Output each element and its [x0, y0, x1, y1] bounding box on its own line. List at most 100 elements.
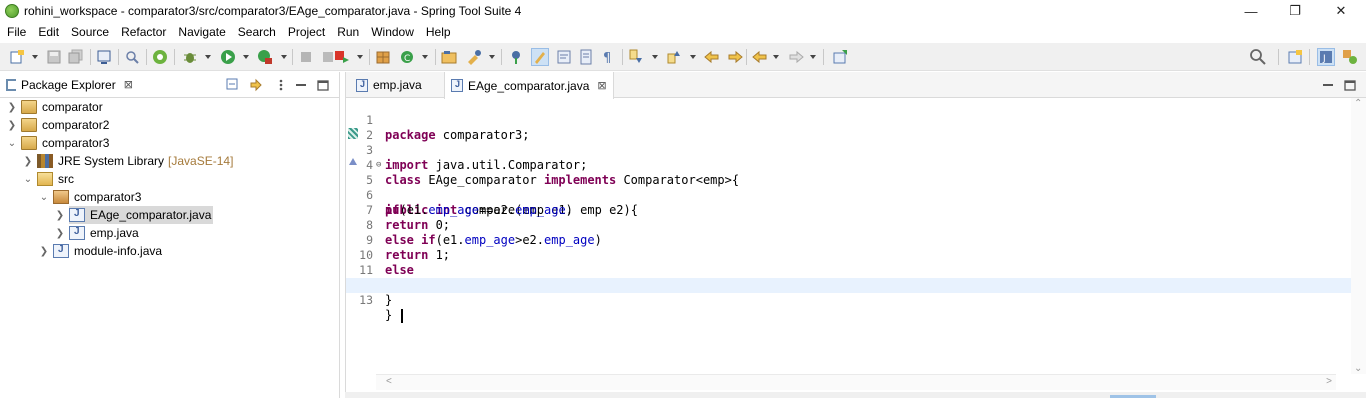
- word-wrap-icon[interactable]: [556, 49, 572, 65]
- close-window-button[interactable]: ✕: [1318, 0, 1364, 22]
- editor-tabbar: emp.java EAge_comparator.java ⊠: [346, 72, 1366, 99]
- tree-item-eage-comparator-java[interactable]: ❯ EAge_comparator.java: [54, 206, 214, 224]
- tree-item-module-info-java[interactable]: ❯ module-info.java: [38, 242, 162, 260]
- show-whitespace-icon[interactable]: ¶: [600, 49, 616, 65]
- spring-tool-suite-icon: [5, 4, 19, 18]
- tree-item-label: EAge_comparator.java: [90, 208, 212, 222]
- debug-icon[interactable]: [182, 49, 198, 65]
- code-editor[interactable]: 1 package comparator3; 2 3 import java.u…: [346, 98, 1352, 374]
- chevron-right-icon[interactable]: ❯: [22, 155, 34, 167]
- maximize-view-icon[interactable]: [316, 78, 330, 92]
- toggle-mark-occurrences-icon[interactable]: [531, 48, 549, 66]
- chevron-right-icon[interactable]: ❯: [54, 227, 66, 239]
- block-select-icon[interactable]: [578, 49, 594, 65]
- menu-source[interactable]: Source: [64, 25, 114, 39]
- fold-collapse-icon[interactable]: ⊖: [376, 158, 381, 173]
- close-icon[interactable]: ⊠: [124, 78, 133, 91]
- tree-item-label: src: [58, 172, 74, 186]
- current-code-line: 13 }: [346, 278, 1352, 323]
- tree-item-comparator3[interactable]: ⌄ comparator3: [6, 134, 109, 152]
- tree-item-jre-system-library[interactable]: ❯ JRE System Library [JavaSE-14]: [22, 152, 233, 170]
- minimize-editor-icon[interactable]: [1321, 78, 1335, 92]
- run-icon[interactable]: [220, 49, 236, 65]
- java-file-icon: [69, 208, 85, 222]
- maximize-editor-icon[interactable]: [1343, 78, 1357, 92]
- code-line: 9 return 1;: [346, 218, 1352, 262]
- save-icon[interactable]: [46, 49, 62, 65]
- code-text: }: [385, 308, 404, 323]
- link-with-editor-icon[interactable]: [249, 78, 263, 92]
- menu-navigate[interactable]: Navigate: [171, 25, 230, 39]
- menu-run[interactable]: Run: [330, 25, 364, 39]
- save-all-icon[interactable]: [68, 49, 84, 65]
- toggle-breakpoint-icon[interactable]: [508, 49, 524, 65]
- back-icon[interactable]: [752, 49, 768, 65]
- minimize-button[interactable]: —: [1228, 0, 1274, 22]
- forward-icon[interactable]: [788, 49, 804, 65]
- prev-annotation-icon[interactable]: [666, 49, 682, 65]
- project-icon: [21, 136, 37, 150]
- menu-refactor[interactable]: Refactor: [114, 25, 171, 39]
- menu-edit[interactable]: Edit: [31, 25, 64, 39]
- chevron-right-icon[interactable]: ❯: [6, 101, 18, 113]
- last-edit-icon[interactable]: [704, 49, 720, 65]
- coverage-icon[interactable]: [257, 49, 273, 65]
- maximize-button[interactable]: ❐: [1272, 0, 1318, 22]
- new-class-icon[interactable]: C: [399, 49, 415, 65]
- collapse-all-icon[interactable]: [226, 78, 240, 92]
- editor-tab-label: emp.java: [373, 78, 422, 92]
- open-task-icon[interactable]: [441, 49, 457, 65]
- open-type-icon[interactable]: [124, 49, 140, 65]
- open-perspective-icon[interactable]: [1287, 49, 1303, 65]
- horizontal-scrollbar[interactable]: < >: [376, 374, 1336, 390]
- svg-text:J: J: [1322, 54, 1326, 64]
- tree-item-emp-java[interactable]: ❯ emp.java: [54, 224, 139, 242]
- console-icon[interactable]: [96, 49, 112, 65]
- next-edit-icon[interactable]: [727, 49, 743, 65]
- search-icon[interactable]: [466, 49, 482, 65]
- tab-emp-java[interactable]: emp.java: [350, 72, 442, 98]
- pin-editor-icon[interactable]: [832, 49, 848, 65]
- menu-window[interactable]: Window: [364, 25, 419, 39]
- new-icon[interactable]: [9, 49, 25, 65]
- spring-boot-icon[interactable]: [152, 49, 168, 65]
- tab-eage-comparator-java[interactable]: EAge_comparator.java ⊠: [444, 72, 614, 99]
- title-bar: rohini_workspace - comparator3/src/compa…: [0, 0, 1366, 22]
- vertical-scrollbar[interactable]: ⌃ ⌄: [1351, 98, 1366, 374]
- chevron-down-icon[interactable]: ⌄: [38, 191, 50, 203]
- chevron-right-icon[interactable]: ❯: [6, 119, 18, 131]
- close-icon[interactable]: ⊠: [597, 79, 606, 92]
- tab-package-explorer[interactable]: Package Explorer ⊠: [0, 72, 139, 98]
- tree-item-src[interactable]: ⌄ src: [22, 170, 74, 188]
- tree-item-label: JRE System Library: [58, 154, 165, 168]
- external-tools-icon[interactable]: [334, 49, 350, 65]
- chevron-down-icon[interactable]: ⌄: [22, 173, 34, 185]
- quick-access-search-icon[interactable]: [1249, 48, 1267, 66]
- next-annotation-icon[interactable]: [628, 49, 644, 65]
- tree-item-comparator2[interactable]: ❯ comparator2: [6, 116, 109, 134]
- chevron-right-icon[interactable]: ❯: [38, 245, 50, 257]
- tree-item-label: comparator2: [42, 118, 110, 132]
- scroll-left-icon[interactable]: <: [386, 376, 392, 387]
- code-line: 11 return -1;: [346, 248, 1352, 292]
- view-menu-icon[interactable]: [274, 78, 288, 92]
- new-package-icon[interactable]: [375, 49, 391, 65]
- spring-perspective-icon[interactable]: [1342, 49, 1358, 65]
- scroll-right-icon[interactable]: >: [1326, 376, 1332, 387]
- tree-item-comparator[interactable]: ❯ comparator: [6, 98, 103, 116]
- menu-project[interactable]: Project: [281, 25, 330, 39]
- menu-help[interactable]: Help: [419, 25, 456, 39]
- tree-item-package-comparator3[interactable]: ⌄ comparator3: [38, 188, 141, 206]
- chevron-right-icon[interactable]: ❯: [54, 209, 66, 221]
- java-perspective-icon[interactable]: J: [1317, 48, 1335, 66]
- chevron-down-icon[interactable]: ⌄: [6, 137, 18, 149]
- scroll-up-icon[interactable]: ⌃: [1354, 98, 1362, 109]
- menu-search[interactable]: Search: [231, 25, 281, 39]
- scroll-down-icon[interactable]: ⌄: [1354, 363, 1362, 374]
- package-explorer-tab-label: Package Explorer: [21, 77, 116, 92]
- stop-icon[interactable]: [298, 49, 314, 65]
- code-line: 1 package comparator3;: [346, 98, 1352, 142]
- menu-file[interactable]: File: [0, 25, 31, 39]
- code-line: 10 else: [346, 233, 1352, 277]
- minimize-view-icon[interactable]: [294, 78, 308, 92]
